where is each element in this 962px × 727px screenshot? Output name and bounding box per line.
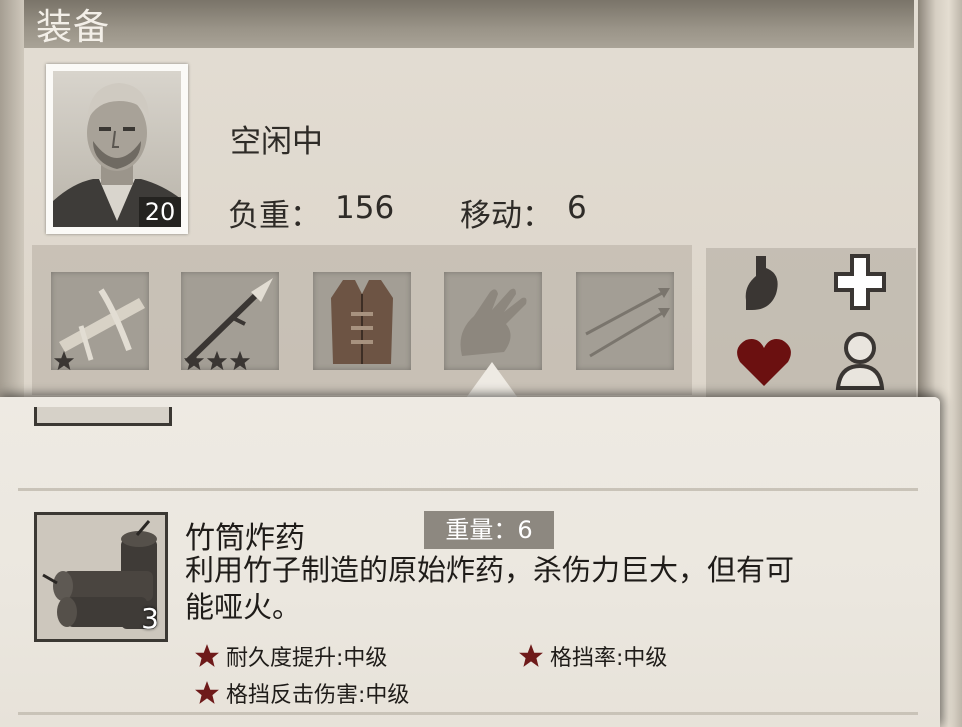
status-text: 空闲中	[230, 124, 323, 160]
star-icon	[183, 350, 205, 371]
divider	[18, 712, 918, 715]
move-label: 移动：	[460, 198, 553, 234]
character-portrait[interactable]: 20	[46, 64, 188, 234]
star-icon	[229, 350, 251, 371]
slot-ammo-arrows[interactable]	[576, 272, 674, 370]
popup-arrow	[466, 362, 518, 398]
attribute-label: 格挡率:中级	[550, 646, 668, 671]
attribute-label: 耐久度提升:中级	[226, 646, 388, 671]
star-icon	[53, 350, 75, 371]
move-value: 6	[567, 190, 587, 226]
slot-weapon-crossbow[interactable]	[51, 272, 149, 372]
star-icon	[519, 644, 543, 667]
load-label: 负重：	[228, 198, 321, 234]
item-name: 竹筒炸药	[185, 521, 305, 556]
slot-armor-vest[interactable]	[313, 272, 411, 370]
item-thumbnail[interactable]: 3	[34, 512, 168, 642]
star-icon	[195, 681, 219, 704]
rarity-stars	[183, 350, 252, 372]
level-badge: 20	[139, 197, 181, 227]
attribute-counter-damage: 格挡反击伤害:中级	[194, 677, 409, 709]
arrows-icon	[585, 288, 670, 358]
attribute-block-rate: 格挡率:中级	[518, 640, 667, 672]
person-icon[interactable]	[832, 330, 888, 390]
stomach-icon[interactable]	[740, 254, 788, 314]
item-description: 利用竹子制造的原始炸药，杀伤力巨大，但有可 能哑火。	[185, 552, 865, 626]
previous-item-thumb[interactable]	[34, 407, 172, 426]
divider	[18, 488, 918, 491]
heart-icon[interactable]	[736, 336, 792, 388]
attribute-durability: 耐久度提升:中级	[194, 640, 387, 672]
item-count: 3	[141, 602, 159, 635]
load-value: 156	[335, 190, 395, 226]
star-icon	[206, 350, 228, 371]
slot-gloves-empty[interactable]	[444, 272, 542, 370]
star-icon	[195, 644, 219, 667]
leather-vest-icon	[331, 280, 393, 364]
cross-icon[interactable]	[834, 254, 886, 310]
hand-icon	[460, 288, 527, 356]
item-description-line: 能哑火。	[185, 590, 302, 624]
slot-weapon-spear[interactable]	[181, 272, 279, 372]
weight-badge: 重量：6	[424, 511, 554, 549]
header-bar	[24, 0, 914, 48]
page-title: 装备	[36, 7, 111, 48]
attribute-label: 格挡反击伤害:中级	[226, 683, 410, 708]
avatar: 20	[53, 71, 181, 227]
rarity-stars	[53, 350, 76, 372]
item-description-line: 利用竹子制造的原始炸药，杀伤力巨大，但有可	[185, 553, 795, 587]
